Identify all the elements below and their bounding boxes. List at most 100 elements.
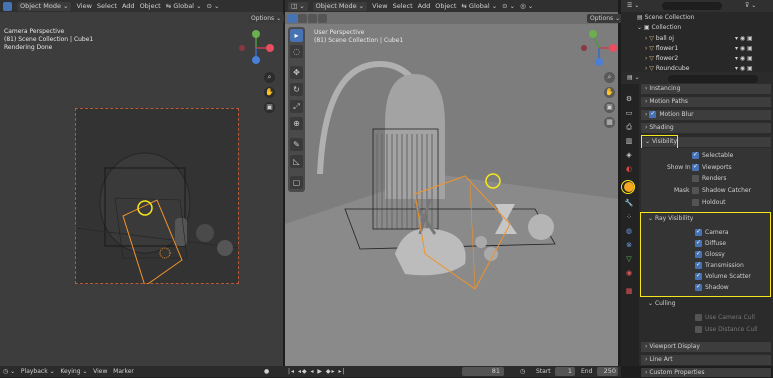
texture-tab-icon[interactable]: ▩ xyxy=(624,286,634,296)
menu-view[interactable]: View xyxy=(93,368,107,375)
modifier-tab-icon[interactable]: 🔧 xyxy=(624,198,634,208)
output-tab-icon[interactable]: ⎙ xyxy=(624,122,634,132)
ray-volume-scatter-checkbox[interactable]: Volume Scatter xyxy=(695,271,751,282)
timeline-menu: ◷ ⌄ Playback ⌄ Keying ⌄ View Marker xyxy=(3,368,134,375)
ray-glossy-checkbox[interactable]: Glossy xyxy=(695,249,725,260)
left-options-button[interactable]: Options ⌄ xyxy=(248,14,285,23)
proportional-icon[interactable]: ◎ ⌄ xyxy=(520,2,533,10)
start-label: Start xyxy=(536,368,551,375)
panel-shading[interactable]: › Shading xyxy=(641,123,771,133)
ray-shadow-checkbox[interactable]: Shadow xyxy=(695,282,729,293)
playback-controls[interactable]: |◂ ◂◆ ◂ ▶ ◆▸ ▸| xyxy=(288,367,345,377)
material-tab-icon[interactable]: ◉ xyxy=(624,268,634,278)
select-mode-buttons[interactable] xyxy=(288,14,327,23)
panel-viewport-display[interactable]: › Viewport Display xyxy=(641,342,771,352)
outliner-root[interactable]: ▤ Scene Collection xyxy=(637,13,694,23)
checkbox-label: Viewports xyxy=(702,164,732,171)
checkbox-label: Holdout xyxy=(702,199,726,206)
outliner-item[interactable]: › ▽ ball oj xyxy=(645,34,674,44)
scene-tab-icon[interactable]: ◈ xyxy=(624,150,634,160)
outliner-collection[interactable]: ⌄ ▣ Collection xyxy=(637,23,681,33)
outliner-visibility-icons[interactable]: ▾ ◉ ▣ ▾ ◉ ▣ ▾ ◉ ▣ ▾ ◉ ▣ xyxy=(735,34,753,72)
viewports-checkbox[interactable]: Viewports xyxy=(692,162,732,173)
end-frame-field[interactable]: 250 xyxy=(597,367,618,376)
properties-search[interactable] xyxy=(668,75,758,83)
checkbox-label: Use Distance Cull xyxy=(705,326,758,333)
current-frame-field[interactable]: 81 xyxy=(462,367,504,376)
world-tab-icon[interactable]: ◐ xyxy=(624,164,634,174)
pan-hand-icon[interactable]: ✋ xyxy=(264,87,275,98)
start-frame-field[interactable]: 1 xyxy=(555,367,575,376)
panel-line-art[interactable]: › Line Art xyxy=(641,355,771,365)
view-type-select[interactable]: ◫ ⌄ xyxy=(288,1,308,11)
panel-label: Ray Visibility xyxy=(654,215,694,222)
end-label: End xyxy=(581,368,593,375)
checkbox-label: Renders xyxy=(702,175,727,182)
menu-view[interactable]: View xyxy=(76,2,91,10)
left-viewport-info: Camera Perspective (81) Scene Collection… xyxy=(4,28,93,52)
constraints-tab-icon[interactable]: ⊗ xyxy=(624,240,634,250)
panel-motion-paths[interactable]: › Motion Paths xyxy=(641,97,771,107)
panel-instancing[interactable]: › Instancing xyxy=(641,84,771,94)
menu-keying[interactable]: Keying xyxy=(60,368,80,375)
physics-tab-icon[interactable]: ◍ xyxy=(624,226,634,236)
properties-editor-icon[interactable]: ▤ ⌄ xyxy=(627,73,640,83)
menu-select[interactable]: Select xyxy=(97,2,117,10)
data-tab-icon[interactable]: ▽ xyxy=(624,254,634,264)
item-label: Roundcube xyxy=(655,65,690,72)
renders-checkbox[interactable]: Renders xyxy=(692,174,727,184)
pivot-icon[interactable]: ⊙ ⌄ xyxy=(502,2,515,10)
item-label: ball oj xyxy=(655,35,674,42)
menu-select[interactable]: Select xyxy=(393,2,413,10)
menu-add[interactable]: Add xyxy=(418,2,431,10)
left-nav-gizmo[interactable] xyxy=(236,28,276,70)
panel-custom-properties[interactable]: › Custom Properties xyxy=(641,368,771,377)
outliner-item[interactable]: › ▽ flower1 xyxy=(645,44,678,54)
view-layer-tab-icon[interactable]: ▥ xyxy=(624,136,634,146)
tool-tab-icon[interactable]: ⚙ xyxy=(624,94,634,104)
menu-view[interactable]: View xyxy=(372,2,387,10)
panel-label: Line Art xyxy=(649,356,673,363)
holdout-checkbox[interactable]: Holdout xyxy=(692,198,725,208)
filter-icon[interactable]: ⊽ ⌄ xyxy=(745,1,756,11)
outliner-item[interactable]: › ▽ flower2 xyxy=(645,54,678,64)
shadow-catcher-checkbox[interactable]: Shadow Catcher xyxy=(692,186,751,196)
distance-cull-checkbox[interactable]: Use Distance Cull xyxy=(695,325,758,335)
mode-label: Object Mode xyxy=(20,2,61,10)
clock-icon[interactable]: ◷ xyxy=(520,367,525,377)
camera-cull-checkbox[interactable]: Use Camera Cull xyxy=(695,313,755,323)
culling-header[interactable]: ⌄ Culling xyxy=(648,299,676,309)
zoom-icon[interactable]: ⌕ xyxy=(264,72,275,83)
select-box-icon[interactable] xyxy=(3,1,12,11)
checkbox-label: Transmission xyxy=(705,262,744,269)
ray-transmission-checkbox[interactable]: Transmission xyxy=(695,260,744,271)
selectable-checkbox[interactable]: Selectable xyxy=(692,150,733,161)
render-tab-icon[interactable]: ▭ xyxy=(624,108,634,118)
ray-camera-checkbox[interactable]: Camera xyxy=(695,227,729,238)
end-value: 250 xyxy=(603,367,616,375)
menu-add[interactable]: Add xyxy=(122,2,135,10)
orientation-select[interactable]: ⇆ Global ⌄ xyxy=(461,2,497,10)
checkbox-label: Diffuse xyxy=(705,240,727,247)
camera-view-icon[interactable]: ▣ xyxy=(264,102,275,113)
checkbox-label: Use Camera Cull xyxy=(705,314,755,321)
mid-mode-select[interactable]: Object Mode ⌄ xyxy=(312,1,368,11)
outliner-editor-icon[interactable]: ☰ ⌄ xyxy=(627,1,639,11)
snap-icon[interactable]: ⊙ ⌄ xyxy=(207,2,220,10)
menu-marker[interactable]: Marker xyxy=(113,368,134,375)
outliner-search[interactable] xyxy=(662,2,722,10)
ray-diffuse-checkbox[interactable]: Diffuse xyxy=(695,238,727,249)
menu-object[interactable]: Object xyxy=(140,2,161,10)
mid-viewport-header: ◫ ⌄ Object Mode ⌄ View Select Add Object… xyxy=(285,0,618,12)
orientation-select[interactable]: ⇆ Global ⌄ xyxy=(166,2,202,10)
ray-visibility-header[interactable]: ⌄ Ray Visibility xyxy=(648,214,693,224)
menu-playback[interactable]: Playback xyxy=(21,368,48,375)
editor-type-icon[interactable]: ◷ ⌄ xyxy=(3,368,15,375)
panel-motion-blur[interactable]: › Motion Blur xyxy=(641,109,771,120)
menu-object[interactable]: Object xyxy=(435,2,456,10)
frame-value: 81 xyxy=(491,367,500,375)
particles-tab-icon[interactable]: ⁘ xyxy=(624,212,634,222)
auto-key-button[interactable]: ● xyxy=(264,367,269,377)
left-mode-select[interactable]: Object Mode ⌄ xyxy=(17,1,72,11)
mid-options-button[interactable]: Options ⌄ xyxy=(587,14,624,23)
